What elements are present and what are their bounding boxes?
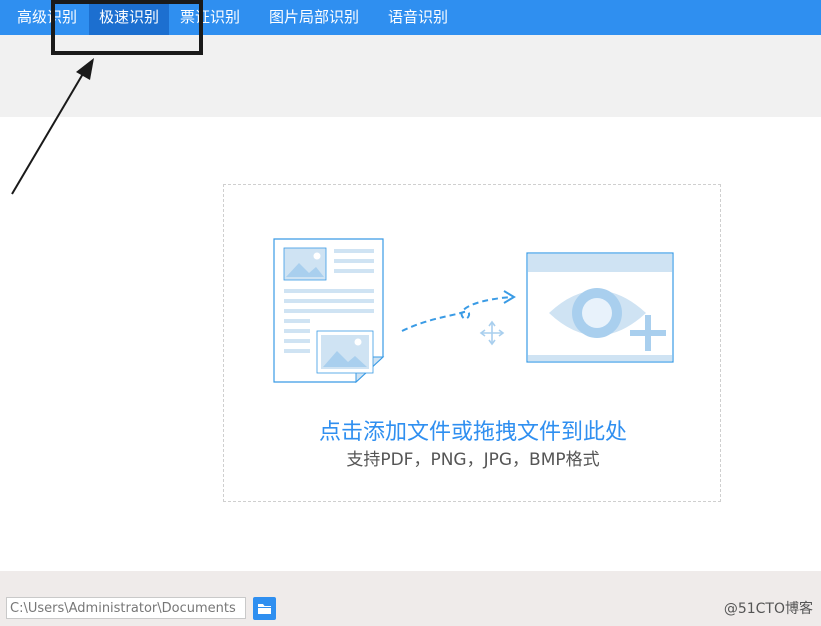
toolbar-strip: [0, 35, 821, 117]
eye-window-icon: [526, 252, 674, 363]
tab-voice-recognition[interactable]: 语音识别: [378, 0, 458, 35]
dashed-arrow-icon: [401, 290, 516, 332]
drop-illustration: [273, 238, 674, 384]
drop-zone-title: 点击添加文件或拖拽文件到此处: [318, 420, 627, 445]
app-window: 高级识别 极速识别 票证识别 图片局部识别 语音识别 点击添加文件或拖拽文件到此…: [0, 0, 821, 626]
browse-folder-button[interactable]: [253, 597, 276, 620]
top-tab-bar: 高级识别 极速识别 票证识别 图片局部识别 语音识别: [0, 0, 821, 35]
output-path-input[interactable]: [6, 597, 246, 619]
watermark-text: @51CTO博客: [723, 601, 813, 617]
tab-partial-image-recognition[interactable]: 图片局部识别: [256, 0, 372, 35]
folder-icon: [258, 604, 271, 614]
tab-ticket-recognition[interactable]: 票证识别: [170, 0, 250, 35]
move-icon: [479, 320, 505, 346]
file-drop-zone[interactable]: 点击添加文件或拖拽文件到此处 支持PDF，PNG，JPG，BMP格式: [223, 184, 721, 502]
document-image-icon: [273, 238, 385, 384]
drop-zone-subtitle: 支持PDF，PNG，JPG，BMP格式: [346, 450, 600, 470]
tab-fast-recognition[interactable]: 极速识别: [89, 0, 169, 35]
tab-advanced-recognition[interactable]: 高级识别: [6, 0, 88, 35]
status-footer: @51CTO博客: [0, 571, 821, 626]
